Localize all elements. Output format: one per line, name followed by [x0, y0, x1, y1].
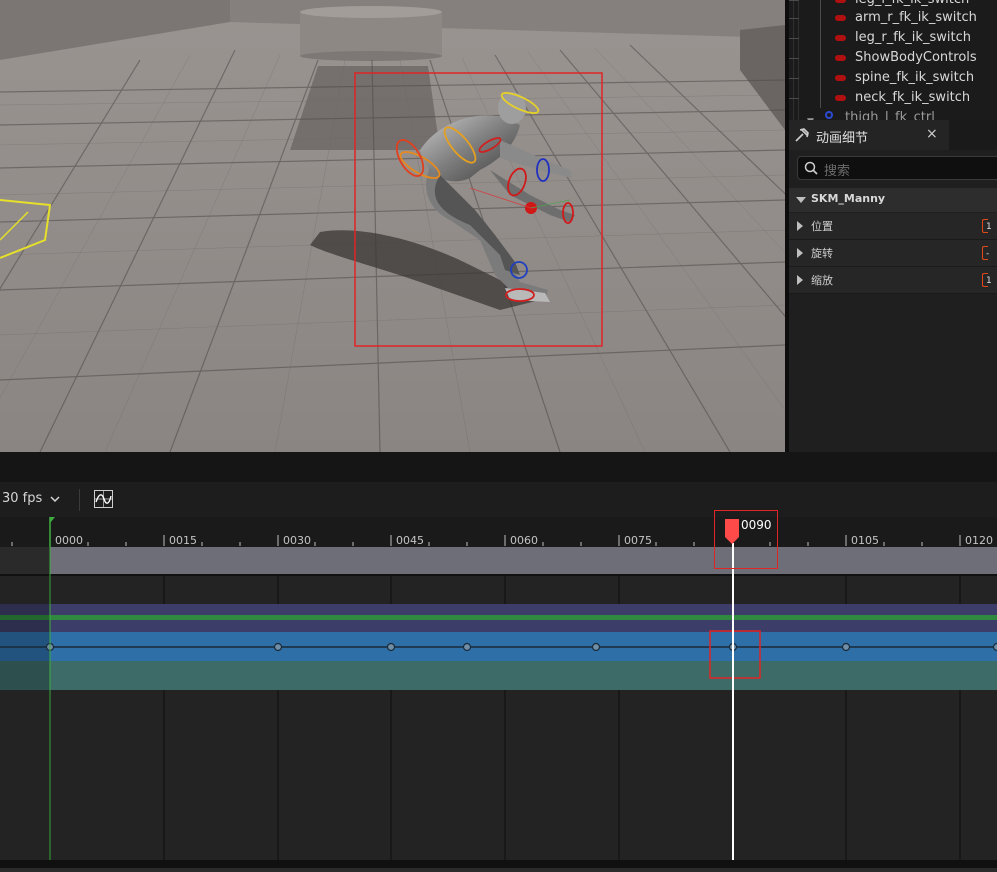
details-tab-title: 动画细节 — [816, 131, 869, 146]
ruler-label: 0045 — [396, 534, 424, 547]
keyframe[interactable] — [462, 642, 472, 652]
section-bar[interactable] — [50, 547, 997, 574]
property-row[interactable]: 旋转 - — [789, 240, 997, 267]
chevron-right-icon[interactable] — [797, 275, 803, 285]
chevron-right-icon[interactable] — [797, 221, 803, 231]
property-label: 缩放 — [811, 274, 833, 287]
control-circle-icon — [825, 111, 833, 119]
search-icon — [804, 161, 818, 175]
keyframe[interactable] — [386, 642, 396, 652]
chevron-down-icon — [50, 495, 60, 502]
control-dot-icon — [835, 55, 846, 61]
property-row[interactable]: 缩放 1 — [789, 267, 997, 294]
panel-gap — [0, 452, 997, 482]
sequencer-toolbar — [0, 482, 997, 517]
fps-dropdown[interactable]: 30 fps — [2, 491, 60, 506]
list-item[interactable]: spine_fk_ik_switch — [789, 68, 997, 88]
track-green[interactable] — [0, 615, 997, 620]
ruler-label: 0015 — [169, 534, 197, 547]
playhead-line[interactable] — [732, 543, 734, 860]
ruler-ticks — [11, 535, 961, 546]
chevron-down-icon[interactable] — [796, 197, 806, 203]
category-title: SKM_Manny — [811, 192, 886, 205]
ruler-label: 0075 — [624, 534, 652, 547]
category-header[interactable]: SKM_Manny — [789, 188, 997, 212]
control-dot-icon — [835, 0, 846, 3]
control-dot-icon — [835, 95, 846, 101]
playhead-highlight-box — [714, 510, 778, 569]
keyframe[interactable] — [992, 642, 997, 652]
list-item[interactable]: neck_fk_ik_switch — [789, 88, 997, 108]
ruler-label: 0030 — [283, 534, 311, 547]
list-item[interactable]: arm_r_fk_ik_switch — [789, 8, 997, 28]
property-value-field[interactable]: - — [982, 246, 989, 260]
keyframe[interactable] — [591, 642, 601, 652]
close-icon[interactable]: × — [926, 126, 938, 142]
list-item-partial[interactable]: ▼ thigh_l_fk_ctrl — [789, 108, 997, 120]
track-lanes — [0, 547, 997, 860]
tab-animation-details[interactable]: 动画细节 × — [789, 120, 949, 150]
keyframe[interactable] — [841, 642, 851, 652]
start-marker[interactable] — [49, 517, 57, 547]
property-value-field[interactable]: 1 — [982, 273, 992, 287]
control-dot-icon — [835, 15, 846, 21]
viewport-scene — [0, 0, 785, 452]
property-row[interactable]: 位置 1 — [789, 213, 997, 240]
toolbar-divider — [79, 489, 80, 511]
curve-editor-icon[interactable] — [94, 490, 113, 508]
fps-label: 30 fps — [2, 491, 43, 506]
search-input[interactable]: 搜索 — [797, 156, 997, 180]
ruler-label: 0120 — [965, 534, 993, 547]
track-purple[interactable] — [0, 604, 997, 615]
property-value-field[interactable]: 1 — [982, 219, 992, 233]
control-dot-icon — [835, 75, 846, 81]
keyframe[interactable] — [273, 642, 283, 652]
ruler-label: 0105 — [851, 534, 879, 547]
ruler-label: 0060 — [510, 534, 538, 547]
search-placeholder: 搜索 — [824, 164, 851, 179]
ruler-label: 0000 — [55, 534, 83, 547]
property-label: 旋转 — [811, 247, 833, 260]
wrench-hammer-icon — [795, 128, 809, 142]
track-area[interactable] — [0, 547, 997, 860]
list-item[interactable]: leg_r_fk_ik_switch — [789, 28, 997, 48]
control-dot-icon — [835, 35, 846, 41]
property-label: 位置 — [811, 220, 833, 233]
track-teal[interactable] — [0, 661, 997, 690]
bottom-scrollbar[interactable] — [0, 868, 997, 872]
chevron-right-icon[interactable] — [797, 248, 803, 258]
chevron-down-icon[interactable]: ▼ — [807, 112, 814, 120]
list-item[interactable]: ShowBodyControls — [789, 48, 997, 68]
rig-hierarchy-panel[interactable]: leg_l_fk_ik_switch arm_r_fk_ik_switch le… — [789, 0, 997, 120]
level-viewport[interactable] — [0, 0, 785, 452]
